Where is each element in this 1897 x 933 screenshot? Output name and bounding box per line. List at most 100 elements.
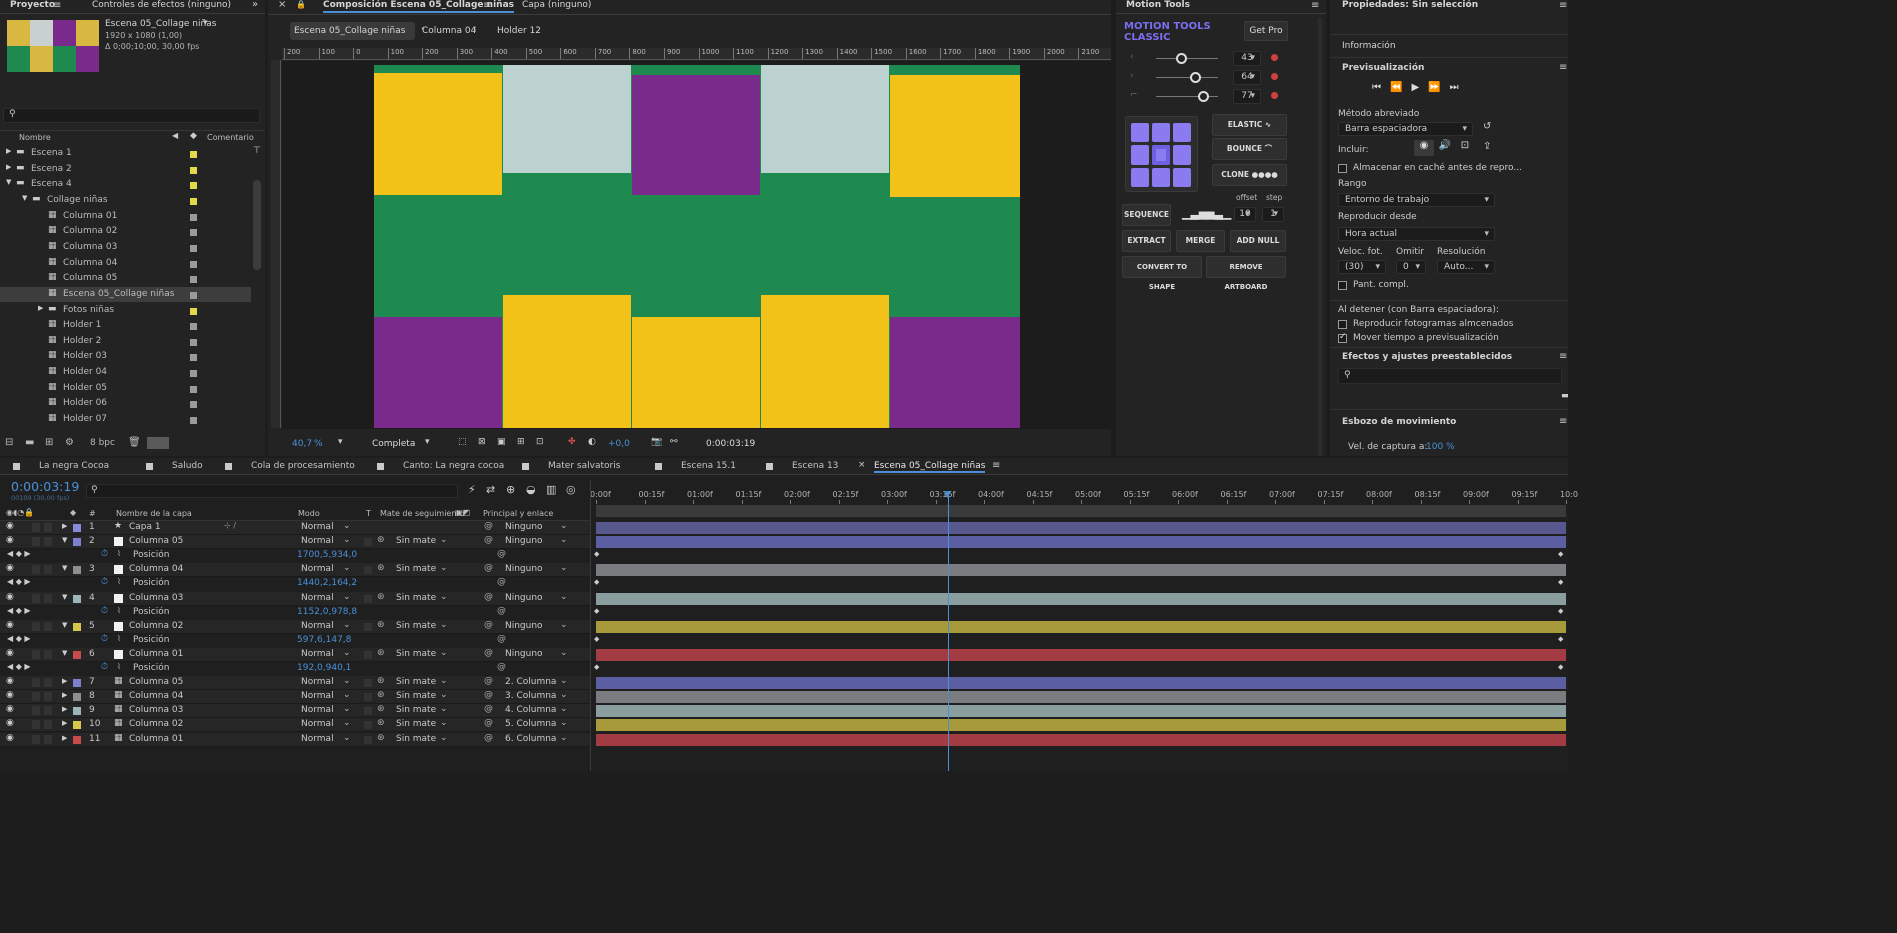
label-swatch[interactable]	[190, 354, 197, 362]
property-row[interactable]: ◀ ◆ ▶ ⏱ ⌇ Posición 597,6,147,8 @	[0, 633, 590, 648]
position-value[interactable]: 1440,2,164,2	[297, 578, 357, 588]
label-column-icon[interactable]: ◆	[190, 131, 197, 141]
zoom-value[interactable]: 40,7	[292, 439, 312, 449]
view-icon[interactable]: ⊡	[536, 437, 544, 447]
effects-presets-section[interactable]: Efectos y ajustes preestablecidos	[1342, 352, 1512, 362]
include-video-icon[interactable]: ◉	[1414, 140, 1434, 156]
parent-pickwhip-icon[interactable]: @	[484, 704, 493, 714]
chevron-down-icon[interactable]: ⌄	[560, 535, 568, 545]
label-swatch[interactable]	[73, 707, 81, 716]
parent-dropdown[interactable]: 3. Columna	[505, 691, 556, 701]
mode-dropdown[interactable]: Normal	[301, 677, 334, 687]
matte-link-icon[interactable]: ⊛	[377, 676, 385, 686]
layer-row[interactable]: ◉ ▶ 10 ▦ Columna 02 Normal ⌄ ⊛ Sin mate ⌄ @5. Colu…	[0, 718, 590, 733]
parent-dropdown[interactable]: Ninguno	[505, 536, 543, 546]
matte-link-icon[interactable]: ⊛	[377, 535, 385, 545]
graph-icon[interactable]: ⌇	[117, 577, 121, 586]
tab-color-swatch[interactable]	[146, 463, 153, 470]
layer-row[interactable]: ◉ ▼ 2 Columna 05 Normal ⌄ ⊛ Sin mate ⌄ @ Ninguno ⌄	[0, 535, 590, 550]
effects-menu-icon[interactable]: ≡	[1559, 351, 1567, 362]
motion-scrollbar[interactable]	[1318, 18, 1322, 456]
chevron-down-icon[interactable]: ⌄	[343, 648, 351, 658]
extract-button[interactable]: EXTRACT	[1122, 230, 1171, 252]
label-swatch[interactable]	[73, 650, 81, 659]
chevron-down-icon[interactable]: ⌄	[560, 563, 568, 573]
expand-arrow-icon[interactable]: ▼	[62, 593, 67, 601]
label-swatch[interactable]	[190, 291, 197, 299]
label-swatch[interactable]	[73, 735, 81, 744]
clone-button[interactable]: CLONE ●●●●	[1212, 164, 1287, 186]
matte-link-icon[interactable]: ⊛	[377, 733, 385, 743]
keyframe-icon[interactable]: ◆	[1558, 550, 1563, 558]
label-swatch[interactable]	[190, 182, 197, 190]
timeline-menu-icon[interactable]: ≡	[992, 460, 1000, 471]
position-value[interactable]: 1152,0,978,8	[297, 607, 357, 617]
motion-tools-tab[interactable]: Motion Tools	[1126, 0, 1190, 13]
chevron-down-icon[interactable]: ⌄	[343, 535, 351, 545]
parent-pickwhip-icon[interactable]: @	[484, 648, 493, 658]
track-matte-dropdown[interactable]: Sin mate	[396, 734, 436, 744]
parent-dropdown[interactable]: Ninguno	[505, 522, 543, 532]
layer-row[interactable]: ◉ ▶ 7 ▦ Columna 05 Normal ⌄ ⊛ Sin mate ⌄ @2. Colum…	[0, 676, 590, 691]
expression-pickwhip-icon[interactable]: @	[497, 549, 506, 559]
layer-bar[interactable]	[596, 648, 1566, 661]
chevron-down-icon[interactable]: ⌄	[343, 690, 351, 700]
label-swatch[interactable]	[190, 401, 197, 409]
property-row[interactable]: ◀ ◆ ▶ ⏱ ⌇ Posición 192,0,940,1 @	[0, 662, 590, 676]
add-null-button[interactable]: ADD NULL	[1230, 230, 1286, 252]
eye-icon[interactable]: ◉	[6, 704, 14, 714]
project-item[interactable]: ▼ ▬ Escena 4	[0, 177, 251, 193]
track-matte-dropdown[interactable]: Sin mate	[396, 705, 436, 715]
label-swatch[interactable]	[190, 276, 197, 284]
mask-feather-icon[interactable]: ◎	[566, 483, 576, 496]
layer-name[interactable]: Columna 03	[129, 593, 183, 603]
expand-arrow-icon[interactable]: ▶	[6, 163, 11, 171]
remove-artboard-button[interactable]: REMOVE ARTBOARD	[1206, 256, 1286, 291]
chevron-down-icon[interactable]: ⌄	[560, 718, 568, 728]
chevron-down-icon[interactable]: ⌄	[440, 718, 448, 728]
chevron-down-icon[interactable]: ⌄	[440, 733, 448, 743]
track-matte-dropdown[interactable]: Sin mate	[396, 719, 436, 729]
solo-box[interactable]	[32, 692, 40, 702]
keyframe-icon[interactable]: ◆	[1558, 578, 1563, 586]
project-item[interactable]: ▦ Columna 03	[0, 240, 251, 256]
layer-name[interactable]: Columna 05	[129, 677, 183, 687]
frame-blending-icon[interactable]: ⊕	[506, 483, 515, 496]
lock-box[interactable]	[44, 593, 52, 603]
preserve-transparency-box[interactable]	[364, 594, 372, 603]
breadcrumb-item[interactable]: Holder 12	[493, 22, 553, 40]
chevron-down-icon[interactable]: ⌄	[560, 676, 568, 686]
track-matte-dropdown[interactable]: Sin mate	[396, 564, 436, 574]
preserve-transparency-box[interactable]	[364, 622, 372, 631]
slider-handle[interactable]	[1198, 91, 1209, 102]
layer-name[interactable]: Columna 02	[129, 621, 183, 631]
project-item[interactable]: ▦ Columna 01	[0, 209, 251, 225]
matte-link-icon[interactable]: ⊛	[377, 718, 385, 728]
track-matte-dropdown[interactable]: Sin mate	[396, 691, 436, 701]
preserve-transparency-box[interactable]	[364, 735, 372, 744]
layer-bar[interactable]	[596, 564, 1566, 577]
label-swatch[interactable]	[190, 417, 197, 425]
project-search-input[interactable]: ⚲	[3, 108, 260, 123]
sequence-reverse-icon[interactable]: ▅▃▁	[1206, 207, 1231, 220]
expand-arrow-icon[interactable]: ▶	[62, 734, 67, 742]
track-matte-dropdown[interactable]: Sin mate	[396, 649, 436, 659]
resolution-dropdown-preview[interactable]: Auto...	[1437, 260, 1495, 274]
expand-arrow-icon[interactable]: ▶	[62, 719, 67, 727]
parent-pickwhip-icon[interactable]: @	[484, 718, 493, 728]
expand-arrow-icon[interactable]: ▶	[62, 677, 67, 685]
project-item[interactable]: ▦ Holder 05	[0, 381, 251, 397]
collage-canvas[interactable]	[374, 65, 1020, 428]
track-matte-dropdown[interactable]: Sin mate	[396, 536, 436, 546]
expand-arrow-icon[interactable]: ▼	[22, 194, 27, 202]
mode-dropdown[interactable]: Normal	[301, 536, 334, 546]
layer-row[interactable]: ◉ ▼ 4 Columna 03 Normal ⌄ ⊛ Sin mate ⌄ @ Ninguno ⌄	[0, 591, 590, 606]
eye-icon[interactable]: ◉	[6, 718, 14, 728]
timeline-tab[interactable]: La negra Cocoa	[39, 461, 109, 471]
property-row[interactable]: ◀ ◆ ▶ ⏱ ⌇ Posición 1700,5,934,0 @	[0, 549, 590, 564]
keyframe-icon[interactable]: ◆	[1558, 663, 1563, 671]
graph-icon[interactable]: ⌇	[117, 662, 121, 671]
lock-box[interactable]	[44, 537, 52, 547]
keyframe-icon[interactable]: ◆	[594, 663, 599, 671]
stopwatch-icon[interactable]: ⏱	[101, 634, 108, 644]
